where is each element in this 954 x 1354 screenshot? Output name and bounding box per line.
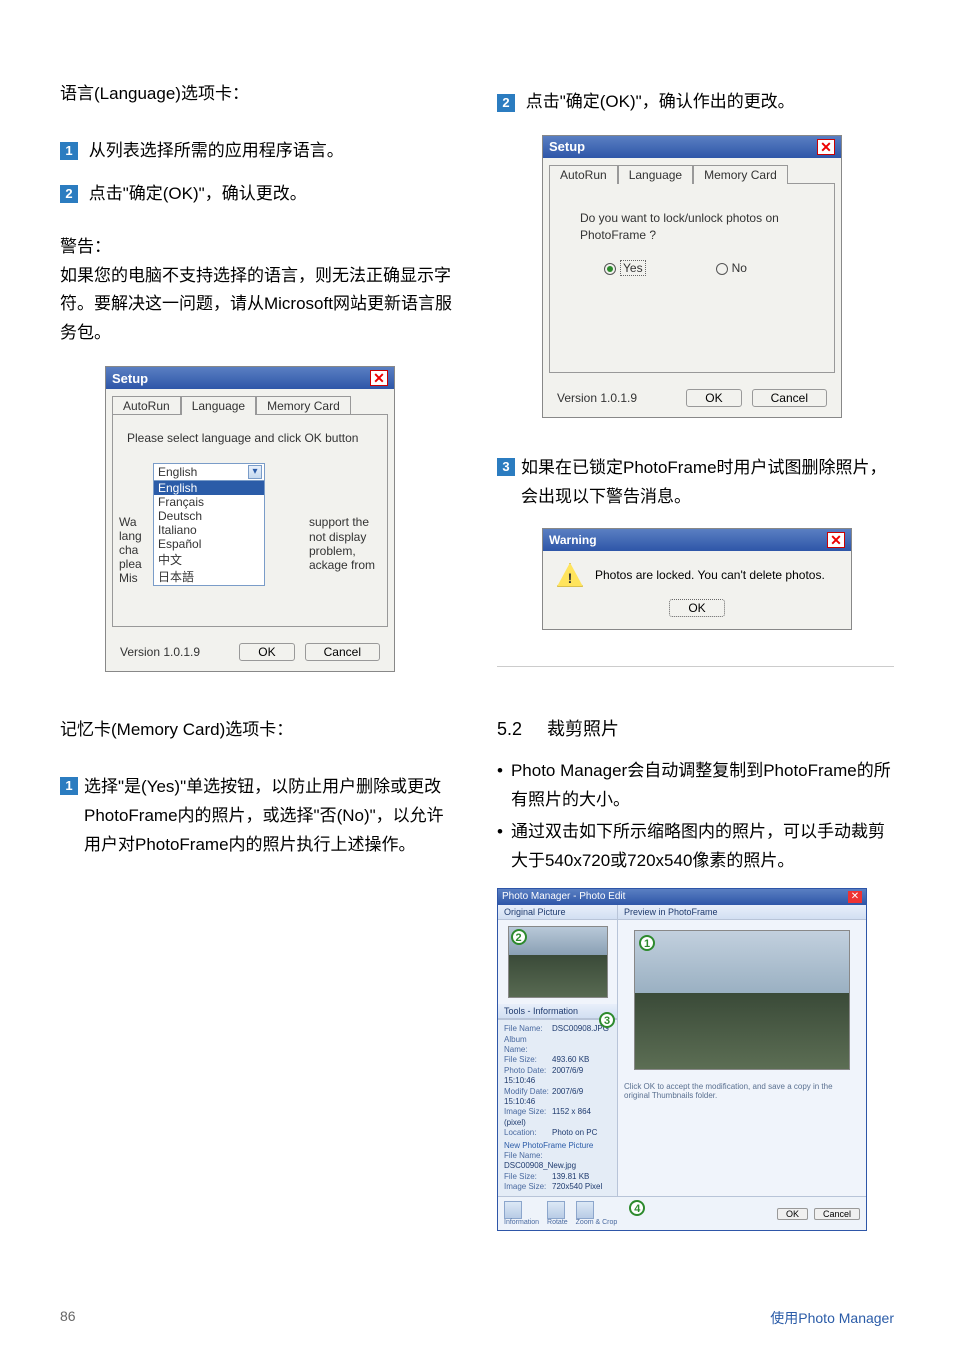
right-step3-text: 如果在已锁定PhotoFrame时用户试图删除照片，会出现以下警告消息。 [521, 454, 894, 512]
callout-4-icon: 4 [629, 1200, 645, 1216]
side-note-2: not display [309, 530, 375, 544]
close-icon[interactable]: ✕ [827, 532, 845, 548]
memcard-tab-header: 记忆卡(Memory Card)选项卡： [60, 716, 457, 745]
photo-edit-dialog: Photo Manager - Photo Edit ✕ Original Pi… [497, 888, 867, 1231]
lang-opt-chinese[interactable]: 中文 [154, 551, 264, 568]
setup-title: Setup [112, 371, 148, 386]
memcard-version: Version 1.0.1.9 [557, 391, 637, 405]
pm-original-thumb[interactable]: 2 [508, 926, 608, 998]
step-2-text: 点击"确定(OK)"，确认更改。 [89, 184, 307, 203]
obscured-wa: Wa [119, 515, 142, 529]
language-selected: English [158, 465, 197, 479]
step-badge-1: 1 [60, 142, 78, 160]
warning-triangle-icon: ! [557, 563, 583, 587]
section-5-2-heading: 5.2 裁剪照片 [497, 715, 894, 741]
warning-ok-button[interactable]: OK [669, 599, 724, 617]
tab-language[interactable]: Language [618, 165, 693, 184]
tab-autorun[interactable]: AutoRun [112, 396, 181, 415]
pm-preview-header: Preview in PhotoFrame [618, 905, 866, 920]
right-step-badge-2: 2 [497, 94, 515, 112]
ok-button[interactable]: OK [239, 643, 294, 661]
radio-yes[interactable]: Yes [604, 261, 646, 275]
pm-cancel-button[interactable]: Cancel [814, 1208, 860, 1220]
bullet-1: •Photo Manager会自动调整复制到PhotoFrame的所有照片的大小… [497, 757, 894, 815]
close-icon[interactable]: ✕ [370, 370, 388, 386]
pm-preview-image[interactable]: 1 [634, 930, 850, 1070]
side-note-3: problem, [309, 544, 375, 558]
warning-message: Photos are locked. You can't delete phot… [595, 568, 825, 582]
radio-dot-icon [716, 263, 728, 275]
callout-1-icon: 1 [639, 935, 655, 951]
obscured-mis: Mis [119, 571, 142, 585]
cancel-button[interactable]: Cancel [752, 389, 827, 407]
lang-opt-deutsch[interactable]: Deutsch [154, 509, 264, 523]
pm-info-block: 3 File Name:DSC00908.JPG Album Name: Fil… [498, 1019, 617, 1196]
pm-note: Click OK to accept the modification, and… [618, 1080, 866, 1102]
close-icon[interactable]: ✕ [848, 891, 862, 903]
setup-language-dialog: Setup ✕ AutoRun Language Memory Card Ple… [105, 366, 395, 672]
tool-rotate-icon[interactable] [547, 1201, 565, 1219]
tab-autorun[interactable]: AutoRun [549, 165, 618, 184]
language-list[interactable]: English Français Deutsch Italiano Españo… [153, 481, 265, 586]
tab-memorycard[interactable]: Memory Card [256, 396, 351, 415]
obscured-cha: cha [119, 543, 142, 557]
memcard-title: Setup [549, 139, 585, 154]
page-number: 86 [60, 1308, 76, 1328]
callout-3-icon: 3 [599, 1012, 615, 1028]
pm-title: Photo Manager - Photo Edit [502, 891, 625, 903]
warning-title: Warning [549, 533, 597, 547]
section-divider [497, 666, 894, 667]
callout-2-icon: 2 [511, 929, 527, 945]
tab-memorycard[interactable]: Memory Card [693, 165, 788, 184]
setup-memcard-dialog: Setup ✕ AutoRun Language Memory Card Do … [542, 135, 842, 418]
lang-opt-japanese[interactable]: 日本語 [154, 568, 264, 585]
side-note-1: support the [309, 515, 375, 529]
lang-opt-espanol[interactable]: Español [154, 537, 264, 551]
tab-language[interactable]: Language [181, 396, 256, 415]
step-1-text: 从列表选择所需的应用程序语言。 [89, 141, 344, 160]
right-step-badge-3: 3 [497, 458, 515, 476]
lang-opt-francais[interactable]: Français [154, 495, 264, 509]
right-step2-text: 点击"确定(OK)"，确认作出的更改。 [526, 92, 795, 111]
warning-body: 如果您的电脑不支持选择的语言，则无法正确显示字符。要解决这一问题，请从Micro… [60, 266, 452, 343]
cancel-button[interactable]: Cancel [305, 643, 380, 661]
warning-label: 警告： [60, 237, 111, 256]
language-prompt: Please select language and click OK butt… [127, 431, 373, 445]
obscured-plea: plea [119, 557, 142, 571]
lang-opt-english[interactable]: English [154, 481, 264, 495]
radio-dot-icon [604, 263, 616, 275]
ok-button[interactable]: OK [686, 389, 741, 407]
obscured-lang: lang [119, 529, 142, 543]
pm-ok-button[interactable]: OK [777, 1208, 808, 1220]
step-badge-2: 2 [60, 185, 78, 203]
pm-original-header: Original Picture [498, 905, 617, 920]
lang-opt-italiano[interactable]: Italiano [154, 523, 264, 537]
language-tab-header: 语言(Language)选项卡： [60, 80, 457, 109]
close-icon[interactable]: ✕ [817, 139, 835, 155]
memcard-question: Do you want to lock/unlock photos on Pho… [580, 210, 820, 244]
footer-label: 使用Photo Manager [770, 1308, 894, 1328]
tool-zoom-crop-icon[interactable] [576, 1201, 594, 1219]
side-note-4: ackage from [309, 558, 375, 572]
memcard-step1-text: 选择"是(Yes)"单选按钮，以防止用户删除或更改PhotoFrame内的照片，… [84, 773, 457, 860]
language-combo[interactable]: English ▾ [153, 463, 265, 481]
chevron-down-icon[interactable]: ▾ [248, 465, 262, 479]
tool-information-icon[interactable] [504, 1201, 522, 1219]
version-text: Version 1.0.1.9 [120, 645, 200, 659]
bullet-2: •通过双击如下所示缩略图内的照片，可以手动裁剪大于540x720或720x540… [497, 818, 894, 876]
memcard-step-badge-1: 1 [60, 777, 78, 795]
warning-dialog: Warning ✕ ! Photos are locked. You can't… [542, 528, 852, 630]
radio-no[interactable]: No [716, 261, 747, 275]
